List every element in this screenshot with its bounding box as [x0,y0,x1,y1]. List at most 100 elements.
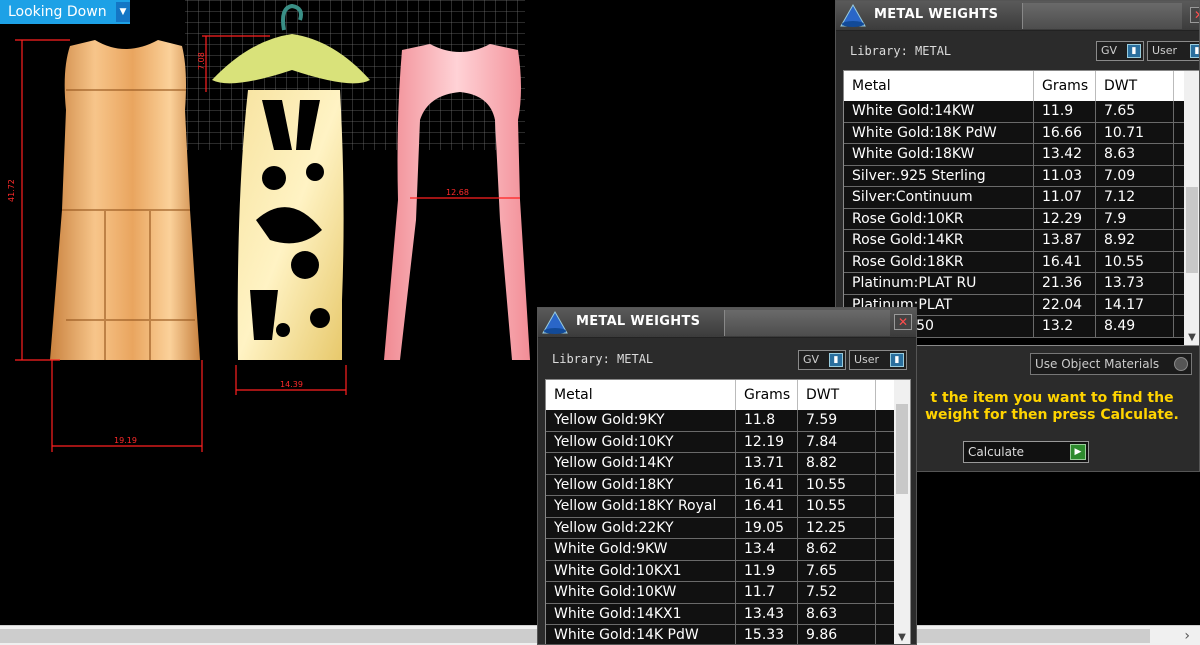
user-toggle[interactable]: User ▮ [1147,41,1199,61]
panel-app-icon [840,3,866,27]
library-label: Library: METAL [850,44,952,58]
table-row[interactable]: White Gold:18KW 13.42 8.63 [844,144,1199,166]
column-header-metal[interactable]: Metal [546,380,736,410]
chevron-down-icon[interactable]: ▼ [894,632,910,643]
cell-grams: 11.03 [1034,165,1096,186]
cell-grams: 13.2 [1034,316,1096,337]
table-row[interactable]: White Gold:10KW 11.7 7.52 [546,582,910,604]
column-header-dwt[interactable]: DWT [1096,71,1174,101]
column-header-grams[interactable]: Grams [736,380,798,410]
cell-metal: Silver:Continuum [844,187,1034,208]
cell-metal: Yellow Gold:22KY [546,517,736,538]
cell-grams: 11.9 [736,560,798,581]
table-row[interactable]: Yellow Gold:22KY 19.05 12.25 [546,517,910,539]
cell-metal: White Gold:18K PdW [844,122,1034,143]
cell-metal: Yellow Gold:9KY [546,410,736,431]
cell-metal: White Gold:10KW [546,582,736,603]
chevron-right-icon[interactable]: › [1184,626,1190,645]
table-row[interactable]: White Gold:10KX1 11.9 7.65 [546,560,910,582]
toggle-knob-icon: ▮ [829,353,843,367]
title-drag-strip[interactable] [1022,3,1182,29]
gv-toggle[interactable]: GV ▮ [1096,41,1144,61]
table-row[interactable]: Yellow Gold:14KY 13.71 8.82 [546,453,910,475]
table-row[interactable]: White Gold:18K PdW 16.66 10.71 [844,122,1199,144]
cell-dwt: 10.55 [798,496,876,517]
cell-metal: Platinum:PLAT RU [844,273,1034,294]
play-icon: ▶ [1070,444,1086,460]
table-header: Metal Grams DWT [546,380,910,410]
calculate-button[interactable]: Calculate ▶ [963,441,1089,463]
pink-outline-model[interactable] [384,44,530,360]
toggle-knob-icon: ▮ [890,353,904,367]
user-toggle[interactable]: User ▮ [849,350,907,370]
table-row[interactable]: White Gold:14KW 11.9 7.65 [844,101,1199,123]
cell-metal: Yellow Gold:18KY Royal [546,496,736,517]
table-row[interactable]: White Gold:14KX1 13.43 8.63 [546,603,910,625]
chevron-down-icon[interactable]: ▼ [1184,332,1199,343]
cell-grams: 13.71 [736,453,798,474]
use-object-materials-toggle[interactable]: Use Object Materials [1030,353,1192,375]
cell-grams: 13.87 [1034,230,1096,251]
table-row[interactable]: White Gold:14K PdW 15.33 9.86 [546,625,910,644]
cell-spacer [876,604,894,625]
cell-metal: White Gold:10KX1 [546,560,736,581]
cell-dwt: 7.65 [798,560,876,581]
cell-grams: 11.7 [736,582,798,603]
table-row[interactable]: Rose Gold:14KR 13.87 8.92 [844,230,1199,252]
table-row[interactable]: Yellow Gold:18KY 16.41 10.55 [546,474,910,496]
cell-metal: White Gold:14K PdW [546,625,736,644]
table-scrollbar[interactable]: ▼ [894,380,910,644]
cell-dwt: 8.49 [1096,316,1174,337]
title-drag-strip[interactable] [724,310,890,336]
scrollbar-thumb[interactable] [896,404,908,494]
cell-dwt: 7.12 [1096,187,1174,208]
table-row[interactable]: Yellow Gold:10KY 12.19 7.84 [546,431,910,453]
cell-dwt: 7.52 [798,582,876,603]
table-scrollbar[interactable]: ▼ [1184,71,1199,345]
cell-dwt: 8.92 [1096,230,1174,251]
cell-grams: 22.04 [1034,294,1096,315]
cell-dwt: 7.09 [1096,165,1174,186]
column-header-grams[interactable]: Grams [1034,71,1096,101]
cell-spacer [876,496,894,517]
cell-dwt: 8.63 [1096,144,1174,165]
column-header-dwt[interactable]: DWT [798,380,876,410]
cell-dwt: 12.25 [798,517,876,538]
yellow-cutout-pendant[interactable] [237,90,344,360]
metal-table[interactable]: Metal Grams DWT Yellow Gold:9KY 11.8 7.59 Y… [545,379,911,644]
dress-width-label: 19.19 [114,436,137,445]
cell-grams: 16.41 [736,474,798,495]
table-row[interactable]: Yellow Gold:18KY Royal 16.41 10.55 [546,496,910,518]
panel-titlebar[interactable]: METAL WEIGHTS ✕ [836,1,1199,31]
cell-metal: White Gold:18KW [844,144,1034,165]
radio-indicator [1174,357,1188,371]
cell-spacer [876,539,894,560]
toggle-knob-icon: ▮ [1190,44,1199,58]
cell-dwt: 14.17 [1096,294,1174,315]
table-row[interactable]: Yellow Gold:9KY 11.8 7.59 [546,410,910,432]
table-row[interactable]: Rose Gold:10KR 12.29 7.9 [844,208,1199,230]
close-icon[interactable]: ✕ [1190,7,1199,23]
hanger-height-label: 7.08 [197,52,206,70]
table-row[interactable]: Platinum:PLAT RU 21.36 13.73 [844,273,1199,295]
gold-dress-model[interactable] [50,40,200,360]
table-row[interactable]: Rose Gold:18KR 16.41 10.55 [844,251,1199,273]
cell-metal: Silver:.925 Sterling [844,165,1034,186]
outline-width-label: 12.68 [446,188,469,197]
view-mode-dropdown[interactable]: Looking Down ▼ [0,0,130,24]
cell-grams: 12.19 [736,431,798,452]
gv-toggle[interactable]: GV ▮ [798,350,846,370]
scrollbar-thumb[interactable] [1186,187,1198,273]
table-row[interactable]: White Gold:9KW 13.4 8.62 [546,539,910,561]
cell-grams: 21.36 [1034,273,1096,294]
close-icon[interactable]: ✕ [894,314,912,330]
cell-grams: 16.41 [736,496,798,517]
column-header-metal[interactable]: Metal [844,71,1034,101]
cell-dwt: 8.82 [798,453,876,474]
panel-titlebar[interactable]: METAL WEIGHTS ✕ [538,308,916,338]
cell-grams: 12.29 [1034,208,1096,229]
chevron-down-icon[interactable]: ▼ [116,2,130,22]
table-row[interactable]: Silver:Continuum 11.07 7.12 [844,187,1199,209]
table-row[interactable]: Silver:.925 Sterling 11.03 7.09 [844,165,1199,187]
metal-table[interactable]: Metal Grams DWT White Gold:14KW 11.9 7.65 W… [843,70,1199,346]
